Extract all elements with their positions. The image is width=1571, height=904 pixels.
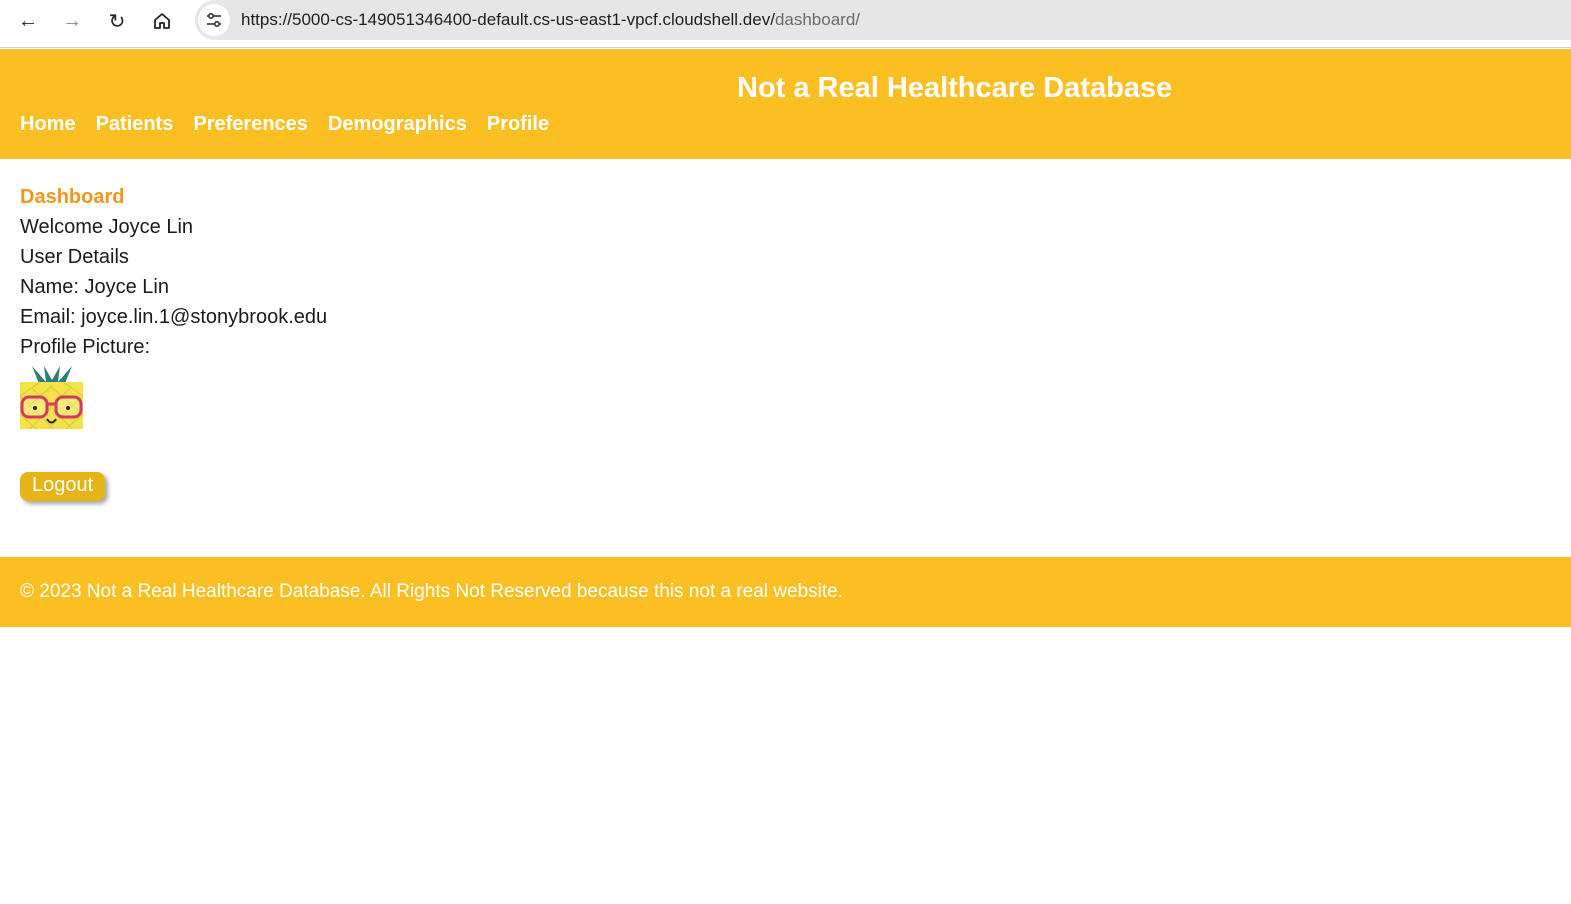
site-header: Not a Real Healthcare Database Home Pati… bbox=[0, 49, 1571, 159]
nav-link-profile[interactable]: Profile bbox=[487, 113, 549, 136]
profile-picture-label: Profile Picture: bbox=[20, 336, 151, 358]
back-arrow-icon[interactable]: ← bbox=[12, 6, 44, 36]
logout-button[interactable]: Logout bbox=[20, 472, 106, 501]
nav-link-preferences[interactable]: Preferences bbox=[193, 113, 308, 136]
nav-link-demographics[interactable]: Demographics bbox=[328, 113, 467, 136]
page-title: Dashboard bbox=[20, 186, 125, 208]
address-bar[interactable]: https://5000-cs-149051346400-default.cs-… bbox=[195, 0, 1571, 40]
footer-copyright: © 2023 Not a Real Healthcare Database. A… bbox=[20, 581, 844, 602]
url-text: https://5000-cs-149051346400-default.cs-… bbox=[241, 10, 860, 30]
home-icon[interactable] bbox=[146, 6, 178, 36]
profile-picture bbox=[20, 366, 83, 429]
user-email: Email: joyce.lin.1@stonybrook.edu bbox=[20, 306, 328, 328]
nav-link-home[interactable]: Home bbox=[20, 113, 76, 136]
nav-link-patients[interactable]: Patients bbox=[96, 113, 174, 136]
url-path: dashboard/ bbox=[774, 10, 861, 29]
url-host: https://5000-cs-149051346400-default.cs-… bbox=[241, 10, 775, 29]
reload-icon[interactable]: ↻ bbox=[101, 6, 133, 36]
site-settings-icon[interactable] bbox=[198, 4, 230, 36]
main-nav: Home Patients Preferences Demographics P… bbox=[20, 113, 549, 136]
user-details-heading: User Details bbox=[20, 246, 129, 268]
site-title: Not a Real Healthcare Database bbox=[737, 72, 1173, 104]
dashboard-content: Dashboard Welcome Joyce Lin User Details… bbox=[20, 182, 327, 501]
site-footer: © 2023 Not a Real Healthcare Database. A… bbox=[0, 557, 1571, 627]
forward-arrow-icon[interactable]: → bbox=[56, 6, 88, 36]
welcome-text: Welcome Joyce Lin bbox=[20, 216, 194, 238]
user-name: Name: Joyce Lin bbox=[20, 276, 169, 298]
browser-toolbar: ← → ↻ https://5000-cs-149051346400-defau… bbox=[0, 0, 1571, 48]
